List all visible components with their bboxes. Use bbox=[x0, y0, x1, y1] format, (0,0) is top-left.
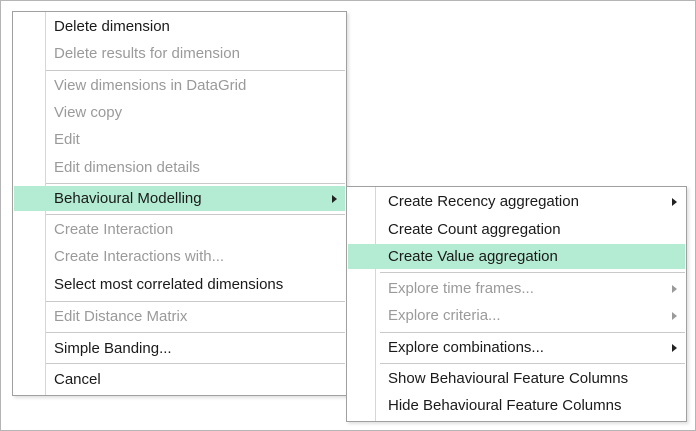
menu-item-simple-banding[interactable]: Simple Banding... bbox=[14, 336, 345, 361]
menu-item-create-value-aggregation[interactable]: Create Value aggregation bbox=[348, 244, 685, 269]
menu-item-explore-combinations[interactable]: Explore combinations... bbox=[348, 335, 685, 360]
menu-item-create-recency-aggregation[interactable]: Create Recency aggregation bbox=[348, 189, 685, 214]
menu-item-label: Create Count aggregation bbox=[388, 221, 561, 238]
menu-item-label: Behavioural Modelling bbox=[54, 190, 202, 207]
menu-item-label: View copy bbox=[54, 104, 123, 121]
menu-item-label: Select most correlated dimensions bbox=[54, 276, 284, 293]
menu-item-label: View dimensions in DataGrid bbox=[54, 77, 247, 94]
menu-item-create-interaction[interactable]: Create Interaction bbox=[14, 217, 345, 242]
menu-separator bbox=[46, 363, 345, 364]
menu-item-delete-results[interactable]: Delete results for dimension bbox=[14, 41, 345, 66]
menu-item-label: Create Recency aggregation bbox=[388, 193, 579, 210]
menu-item-edit[interactable]: Edit bbox=[14, 127, 345, 152]
menu-item-create-interactions-with[interactable]: Create Interactions with... bbox=[14, 244, 345, 269]
menu-item-label: Edit dimension details bbox=[54, 159, 200, 176]
menu-item-label: Delete dimension bbox=[54, 18, 170, 35]
menu-separator bbox=[46, 332, 345, 333]
chevron-right-icon bbox=[672, 198, 677, 206]
menu-separator bbox=[380, 272, 685, 273]
chevron-right-icon bbox=[672, 312, 677, 320]
menu-item-label: Cancel bbox=[54, 371, 101, 388]
menu-item-label: Edit Distance Matrix bbox=[54, 308, 188, 325]
menu-item-label: Edit bbox=[54, 131, 80, 148]
context-menu: Delete dimension Delete results for dime… bbox=[12, 11, 347, 396]
menu-item-behavioural-modelling[interactable]: Behavioural Modelling bbox=[14, 186, 345, 211]
menu-item-label: Explore time frames... bbox=[388, 280, 534, 297]
menu-item-label: Create Interactions with... bbox=[54, 248, 225, 265]
chevron-right-icon bbox=[672, 285, 677, 293]
menu-separator bbox=[46, 70, 345, 71]
chevron-right-icon bbox=[672, 344, 677, 352]
menu-item-explore-time-frames[interactable]: Explore time frames... bbox=[348, 276, 685, 301]
menu-item-edit-distance-matrix[interactable]: Edit Distance Matrix bbox=[14, 304, 345, 329]
menu-item-view-datagrid[interactable]: View dimensions in DataGrid bbox=[14, 73, 345, 98]
menu-item-show-feature-columns[interactable]: Show Behavioural Feature Columns bbox=[348, 366, 685, 391]
menu-item-cancel[interactable]: Cancel bbox=[14, 367, 345, 392]
menu-item-label: Create Interaction bbox=[54, 221, 174, 238]
menu-item-edit-dimension-details[interactable]: Edit dimension details bbox=[14, 155, 345, 180]
menu-separator bbox=[46, 183, 345, 184]
menu-item-label: Explore criteria... bbox=[388, 307, 501, 324]
menu-item-explore-criteria[interactable]: Explore criteria... bbox=[348, 303, 685, 328]
menu-item-label: Show Behavioural Feature Columns bbox=[388, 370, 629, 387]
menu-separator bbox=[380, 363, 685, 364]
menu-item-label: Hide Behavioural Feature Columns bbox=[388, 397, 622, 414]
menu-separator bbox=[380, 332, 685, 333]
chevron-right-icon bbox=[332, 195, 337, 203]
menu-separator bbox=[46, 301, 345, 302]
menu-item-label: Delete results for dimension bbox=[54, 45, 240, 62]
menu-item-label: Explore combinations... bbox=[388, 339, 544, 356]
menu-item-select-correlated[interactable]: Select most correlated dimensions bbox=[14, 272, 345, 297]
menu-item-create-count-aggregation[interactable]: Create Count aggregation bbox=[348, 217, 685, 242]
menu-separator bbox=[46, 214, 345, 215]
menu-item-label: Simple Banding... bbox=[54, 340, 172, 357]
behavioural-modelling-submenu: Create Recency aggregation Create Count … bbox=[346, 186, 687, 422]
menu-item-hide-feature-columns[interactable]: Hide Behavioural Feature Columns bbox=[348, 393, 685, 418]
menu-item-label: Create Value aggregation bbox=[388, 248, 558, 265]
menu-item-view-copy[interactable]: View copy bbox=[14, 100, 345, 125]
menu-item-delete-dimension[interactable]: Delete dimension bbox=[14, 14, 345, 39]
